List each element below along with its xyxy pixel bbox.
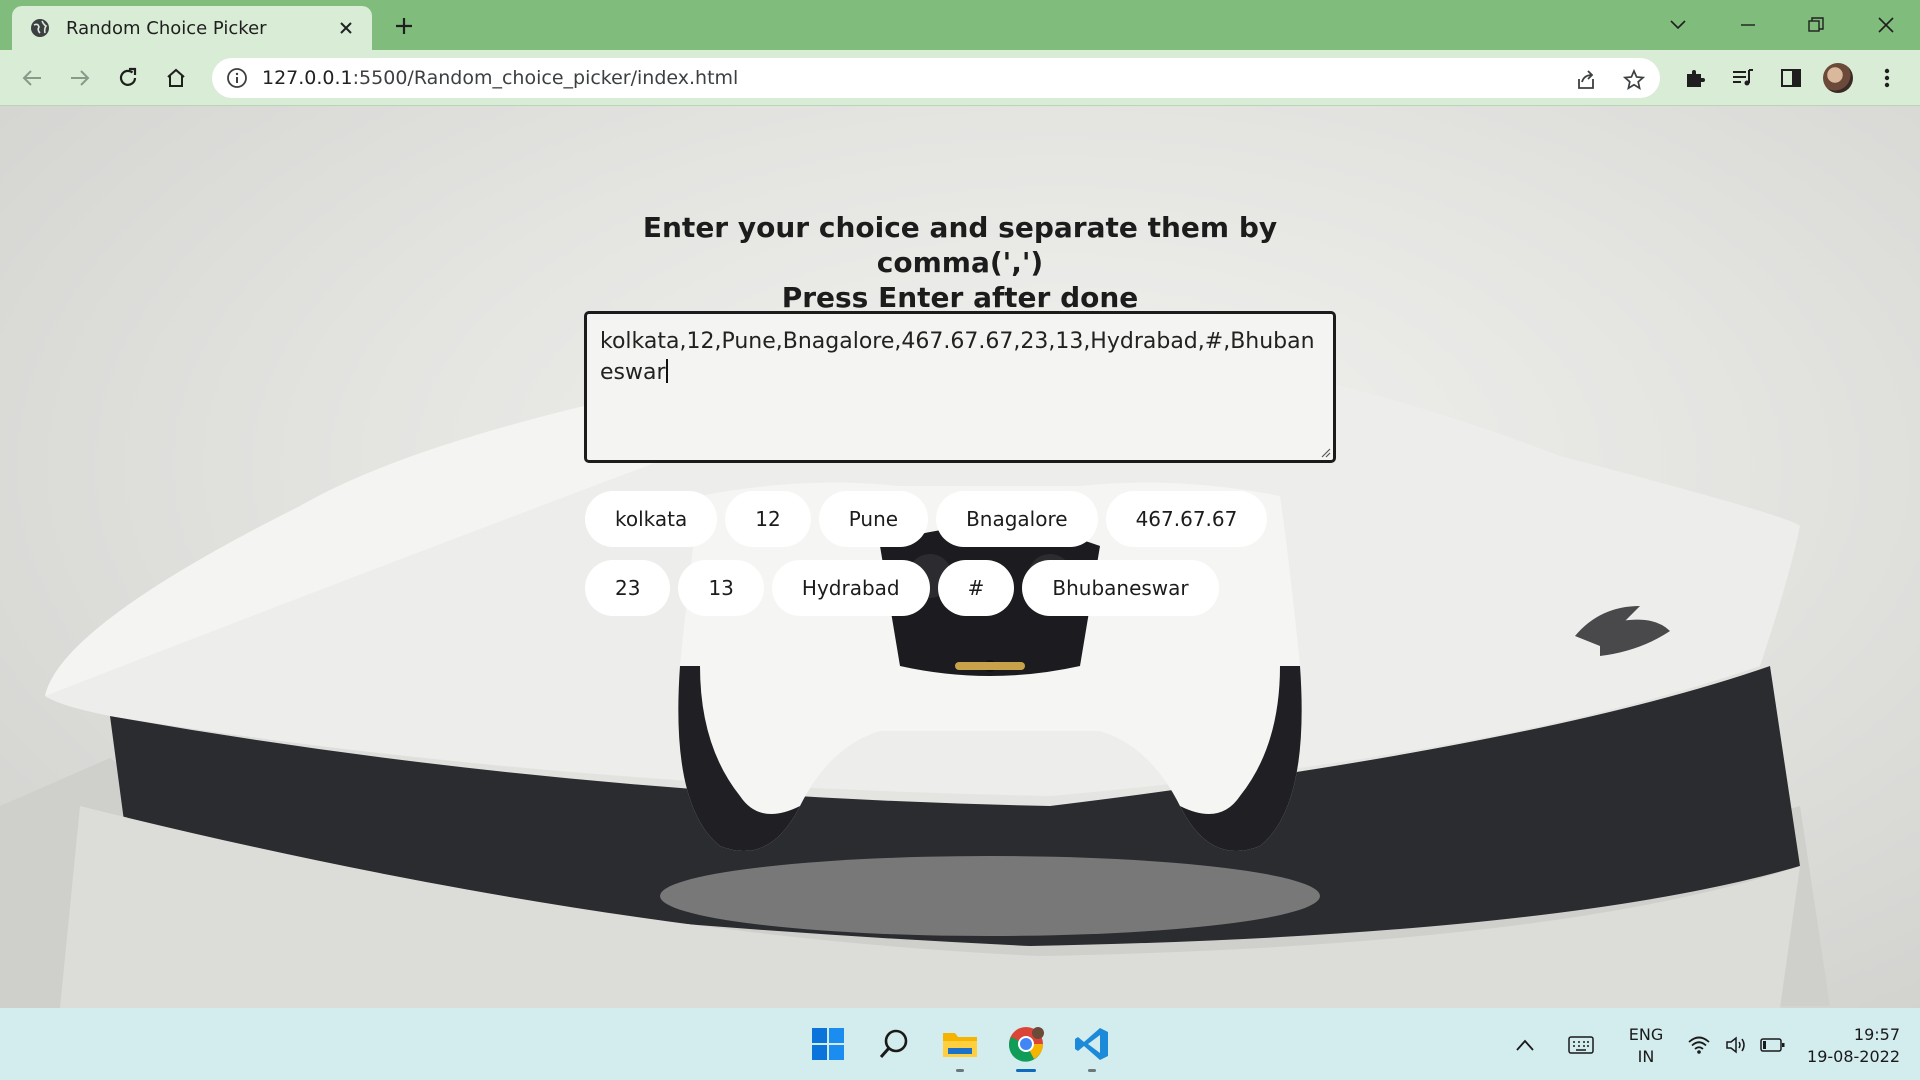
menu-button[interactable] [1872, 63, 1902, 93]
chrome-button[interactable] [1002, 1020, 1050, 1072]
share-button[interactable] [1572, 66, 1600, 94]
wifi-status[interactable] [1684, 1030, 1714, 1060]
browser-toolbar: 127.0.0.1:5500/Random_choice_picker/inde… [0, 50, 1920, 106]
running-indicator [956, 1069, 964, 1072]
globe-icon [31, 19, 49, 37]
profile-button[interactable] [1823, 63, 1853, 93]
system-clock[interactable]: 19:57 19-08-2022 [1800, 1024, 1900, 1068]
close-window-button[interactable] [1866, 10, 1906, 40]
new-tab-button[interactable] [390, 12, 418, 40]
choice-tag: 12 [725, 491, 811, 547]
choice-tag: 23 [585, 560, 671, 616]
puzzle-icon [1687, 70, 1705, 87]
page-heading: Enter your choice and separate them by c… [560, 210, 1360, 315]
choice-tag: 13 [678, 560, 764, 616]
textarea-value: kolkata,12,Pune,Bnagalore,467.67.67,23,1… [600, 329, 1315, 385]
plus-icon [396, 18, 412, 34]
side-panel-button[interactable] [1776, 63, 1806, 93]
region-code: IN [1637, 1047, 1655, 1066]
wifi-icon [1688, 1036, 1710, 1054]
arrow-left-icon [22, 70, 41, 86]
search-icon [879, 1029, 908, 1058]
battery-status[interactable] [1758, 1030, 1788, 1060]
speaker-icon [1726, 1036, 1745, 1054]
touch-keyboard-button[interactable] [1566, 1030, 1596, 1060]
kebab-menu-icon [1884, 68, 1890, 88]
start-button[interactable] [804, 1020, 852, 1068]
language-indicator[interactable]: ENG IN [1622, 1024, 1670, 1068]
language-code: ENG [1628, 1025, 1664, 1044]
media-button[interactable] [1728, 63, 1758, 93]
minimize-button[interactable] [1728, 10, 1768, 40]
page-viewport: Enter your choice and separate them by c… [0, 106, 1920, 1008]
file-explorer-button[interactable] [936, 1020, 984, 1072]
forward-button[interactable] [64, 62, 96, 94]
tags-container: kolkata 12 Pune Bnagalore 467.67.67 23 1… [585, 491, 1345, 616]
home-icon [167, 68, 185, 87]
volume-status[interactable] [1722, 1030, 1752, 1060]
battery-icon [1760, 1038, 1785, 1052]
show-hidden-icons-button[interactable] [1510, 1030, 1540, 1060]
chevron-up-icon [1516, 1039, 1534, 1051]
back-button[interactable] [16, 62, 48, 94]
reload-icon [119, 67, 137, 86]
playlist-icon [1733, 69, 1753, 86]
arrow-right-icon [71, 70, 90, 86]
text-caret [665, 359, 668, 383]
tab-search-button[interactable] [1658, 10, 1698, 40]
vscode-icon [1075, 1028, 1108, 1060]
tab-title: Random Choice Picker [66, 17, 267, 39]
choice-tag: Bhubaneswar [1022, 560, 1219, 616]
home-button[interactable] [160, 62, 192, 94]
keyboard-icon [1568, 1036, 1594, 1054]
address-bar[interactable]: 127.0.0.1:5500/Random_choice_picker/inde… [212, 58, 1660, 98]
heading-line-1: Enter your choice and separate them by c… [642, 211, 1278, 279]
choice-tag: Bnagalore [936, 491, 1098, 547]
chevron-down-icon [1670, 20, 1686, 30]
choice-tag: # [937, 560, 1015, 616]
tab-close-icon[interactable] [334, 16, 358, 40]
active-indicator [1016, 1069, 1036, 1072]
heading-line-2: Press Enter after done [781, 281, 1139, 314]
star-icon [1623, 69, 1645, 90]
browser-tab[interactable]: Random Choice Picker [12, 6, 372, 50]
chrome-icon [1009, 1027, 1044, 1062]
share-icon [1578, 70, 1594, 89]
choice-tag: Pune [818, 491, 929, 547]
browser-tab-strip: Random Choice Picker [0, 0, 1920, 50]
extensions-button[interactable] [1680, 63, 1710, 93]
info-icon [227, 68, 247, 88]
choice-tag: kolkata [585, 491, 718, 547]
side-panel-icon [1781, 69, 1801, 87]
address-url: 127.0.0.1:5500/Random_choice_picker/inde… [262, 67, 739, 89]
restore-button[interactable] [1796, 10, 1836, 40]
reload-button[interactable] [112, 62, 144, 94]
folder-icon [943, 1033, 977, 1057]
bookmark-button[interactable] [1620, 66, 1648, 94]
resize-grip-icon[interactable] [1319, 446, 1331, 458]
minimize-icon [1741, 24, 1755, 26]
choices-textarea[interactable]: kolkata,12,Pune,Bnagalore,467.67.67,23,1… [584, 311, 1336, 463]
choice-tag: Hydrabad [771, 560, 930, 616]
windows-logo-icon [812, 1028, 844, 1060]
clock-date: 19-08-2022 [1807, 1047, 1900, 1066]
search-button[interactable] [870, 1020, 918, 1068]
close-icon [1878, 17, 1894, 33]
choice-tag: 467.67.67 [1105, 491, 1268, 547]
avatar [1823, 63, 1853, 93]
restore-icon [1808, 17, 1824, 32]
running-indicator [1088, 1069, 1096, 1072]
windows-taskbar: ENG IN 19:57 19-08-2022 [0, 1008, 1920, 1080]
clock-time: 19:57 [1853, 1025, 1900, 1044]
vscode-button[interactable] [1068, 1020, 1116, 1072]
